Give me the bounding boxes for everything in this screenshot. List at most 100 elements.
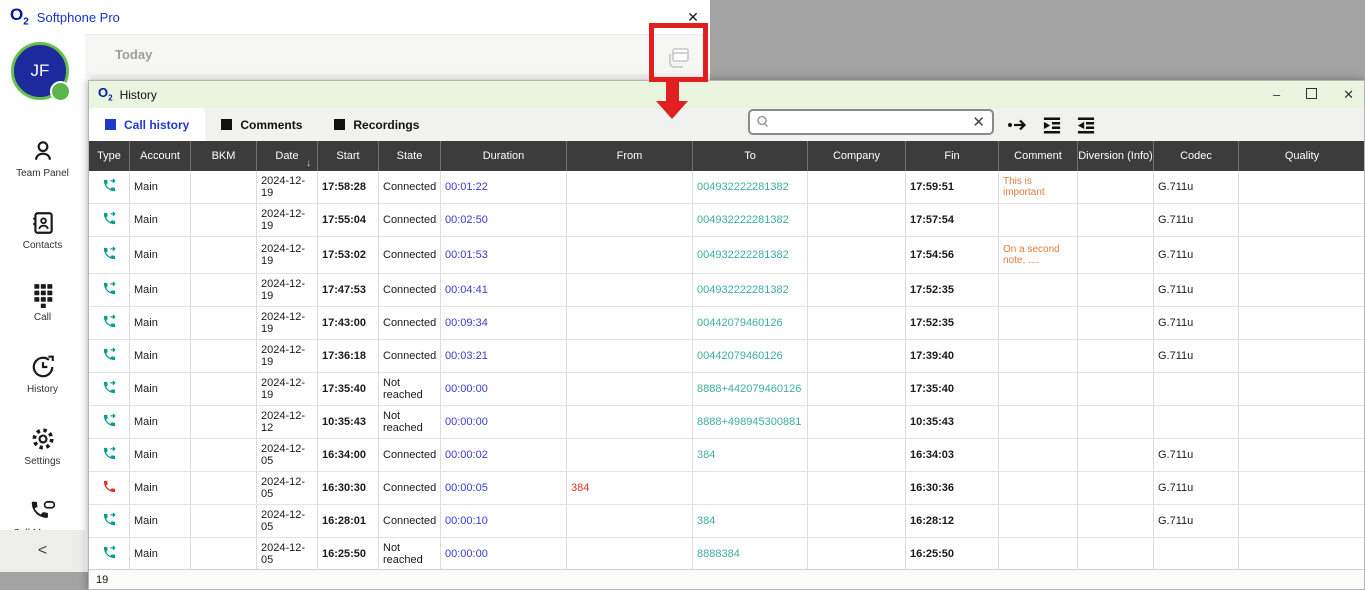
call-manager-icon [29,498,57,524]
header-cell-account[interactable]: Account [130,141,191,171]
cell-to [693,472,808,504]
chevron-left-icon: < [38,542,47,560]
table-row[interactable]: Main2024-12-1917:43:00Connected00:09:340… [89,307,1364,340]
tab-call-history[interactable]: Call history [89,108,205,141]
sidebar-item-settings[interactable]: Settings [0,410,85,482]
cell-state: Not reached [379,538,441,570]
sidebar-collapse-button[interactable]: < [0,530,85,572]
sidebar-item-label: Contacts [23,240,62,251]
detach-window-icon[interactable] [660,40,696,76]
cell-diversion [1078,439,1154,471]
table-row[interactable]: Main2024-12-1917:36:18Connected00:03:210… [89,340,1364,373]
header-cell-bkm[interactable]: BKM [191,141,257,171]
cell-comment [999,538,1078,570]
cell-type [89,307,130,339]
sidebar-item-team-panel[interactable]: Team Panel [0,122,85,194]
search-clear-icon[interactable]: ✕ [965,113,992,131]
cell-fin: 16:30:36 [906,472,999,504]
sidebar-item-call[interactable]: Call [0,266,85,338]
dialpad-icon [30,282,56,308]
header-cell-company[interactable]: Company [808,141,906,171]
table-row[interactable]: Main2024-12-1917:53:02Connected00:01:530… [89,237,1364,274]
cell-date: 2024-12-19 [257,237,318,273]
sidebar-item-label: History [27,384,58,395]
header-cell-duration[interactable]: Duration [441,141,567,171]
cell-account: Main [130,472,191,504]
table-row[interactable]: Main2024-12-0516:25:50Not reached00:00:0… [89,538,1364,571]
cell-quality [1239,439,1364,471]
cell-company [808,538,906,570]
cell-codec: G.711u [1154,472,1239,504]
cell-type [89,237,130,273]
cell-fin: 17:59:51 [906,171,999,203]
contacts-icon [30,210,56,236]
cell-comment [999,340,1078,372]
cell-codec: G.711u [1154,439,1239,471]
header-label: Account [140,150,180,162]
header-cell-from[interactable]: From [567,141,693,171]
indent-in-icon[interactable] [1041,116,1063,134]
search-input[interactable] [775,114,965,130]
header-cell-comment[interactable]: Comment [999,141,1078,171]
cell-state: Connected [379,274,441,306]
cell-date: 2024-12-19 [257,274,318,306]
tab-comments[interactable]: Comments [205,108,318,141]
close-icon[interactable]: ✕ [684,8,702,26]
sidebar-item-contacts[interactable]: Contacts [0,194,85,266]
header-cell-to[interactable]: To [693,141,808,171]
header-cell-type[interactable]: Type [89,141,130,171]
sidebar-item-history[interactable]: History [0,338,85,410]
table-row[interactable]: Main2024-12-0516:30:30Connected00:00:053… [89,472,1364,505]
cell-from [567,171,693,203]
cell-bkm [191,472,257,504]
header-cell-diversion[interactable]: Diversion (Info) [1078,141,1154,171]
header-cell-codec[interactable]: Codec [1154,141,1239,171]
outgoing-call-icon [102,413,117,431]
table-row[interactable]: Main2024-12-0516:34:00Connected00:00:023… [89,439,1364,472]
maximize-icon[interactable] [1306,88,1317,101]
cell-quality [1239,538,1364,570]
cell-codec: G.711u [1154,340,1239,372]
cell-duration: 00:00:00 [441,406,567,438]
today-bar: Today [85,34,710,77]
header-cell-date[interactable]: Date↓ [257,141,318,171]
table-body: Main2024-12-1917:58:28Connected00:01:220… [89,171,1364,571]
indent-out-icon[interactable] [1075,116,1097,134]
call-history-table: Type Account BKMDate↓Start State DurationFro… [89,141,1364,571]
cell-date: 2024-12-05 [257,439,318,471]
table-row[interactable]: Main2024-12-0516:28:01Connected00:00:103… [89,505,1364,538]
history-toolbar [1007,108,1097,141]
cell-diversion [1078,307,1154,339]
tab-recordings[interactable]: Recordings [318,108,435,141]
table-row[interactable]: Main2024-12-1210:35:43Not reached00:00:0… [89,406,1364,439]
table-row[interactable]: Main2024-12-1917:35:40Not reached00:00:0… [89,373,1364,406]
cell-codec: G.711u [1154,171,1239,203]
cell-diversion [1078,340,1154,372]
goto-arrow-icon[interactable] [1007,116,1029,134]
header-cell-state[interactable]: State [379,141,441,171]
header-cell-fin[interactable]: Fin [906,141,999,171]
cell-start: 17:47:53 [318,274,379,306]
cell-date: 2024-12-19 [257,307,318,339]
table-row[interactable]: Main2024-12-1917:55:04Connected00:02:500… [89,204,1364,237]
cell-diversion [1078,538,1154,570]
cell-duration: 00:00:02 [441,439,567,471]
cell-codec: G.711u [1154,204,1239,236]
table-row[interactable]: Main2024-12-1917:58:28Connected00:01:220… [89,171,1364,204]
header-cell-start[interactable]: Start [318,141,379,171]
header-label: Diversion (Info) [1078,150,1153,162]
close-icon[interactable]: ✕ [1343,88,1354,101]
minimize-icon[interactable]: – [1273,88,1280,101]
cell-account: Main [130,538,191,570]
cell-duration: 00:00:00 [441,373,567,405]
header-cell-quality[interactable]: Quality [1239,141,1364,171]
header-label: State [397,150,423,162]
cell-diversion [1078,204,1154,236]
cell-date: 2024-12-19 [257,204,318,236]
table-row[interactable]: Main2024-12-1917:47:53Connected00:04:410… [89,274,1364,307]
cell-fin: 17:52:35 [906,307,999,339]
cell-comment [999,307,1078,339]
cell-diversion [1078,274,1154,306]
avatar[interactable]: JF [11,42,69,100]
cell-fin: 17:54:56 [906,237,999,273]
